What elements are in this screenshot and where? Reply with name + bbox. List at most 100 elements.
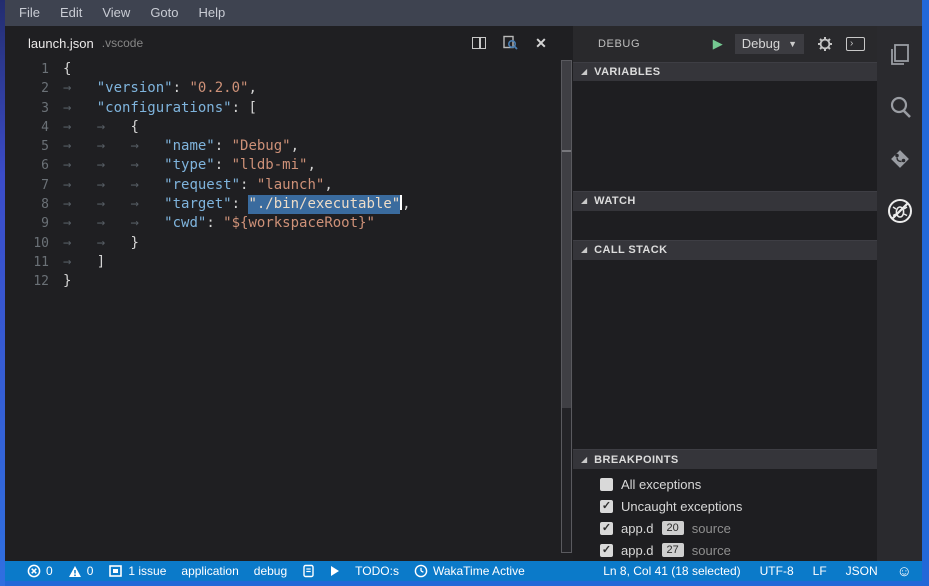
open-preview-button[interactable] [501,35,519,51]
line-number[interactable]: 11 [5,253,49,272]
line-number[interactable]: 12 [5,272,49,291]
code-token: : [240,176,257,195]
cursor-position-label: Ln 8, Col 41 (18 selected) [603,564,740,578]
code-token: → [97,137,131,156]
code-line[interactable]: 9→ → → "cwd": "${workspaceRoot}" [5,214,560,233]
start-debug-button[interactable]: ▶ [713,36,723,52]
code-line[interactable]: 7→ → → "request": "launch", [5,176,560,195]
code-line[interactable]: 11→ ] [5,253,560,272]
debug-console-icon[interactable]: › [846,37,865,51]
split-editor-icon [472,37,486,49]
checkbox[interactable]: ✓ [600,544,613,557]
section-expand-icon: ◢ [581,68,587,76]
code-token: → [63,253,97,272]
code-token: { [63,60,71,79]
code-token: → [63,195,97,214]
split-editor-button[interactable] [470,35,488,51]
variables-content [573,81,877,191]
language-mode-item[interactable]: JSON [846,564,878,578]
line-number[interactable]: 7 [5,176,49,195]
document-icon [302,564,315,578]
code-line[interactable]: 4→ → { [5,118,560,137]
line-number[interactable]: 10 [5,234,49,253]
language-mode-label: JSON [846,564,878,578]
code-line[interactable]: 6→ → → "type": "lldb-mi", [5,156,560,175]
code-token: → [97,214,131,233]
code-token: "configurations" [97,99,232,118]
gear-icon [817,36,833,52]
wakatime-item[interactable]: WakaTime Active [414,564,525,578]
section-call-stack[interactable]: ◢ CALL STACK [573,240,877,260]
section-breakpoints[interactable]: ◢ BREAKPOINTS [573,449,877,469]
line-number[interactable]: 8 [5,195,49,214]
breakpoint-label: app.d [621,543,654,558]
line-number[interactable]: 6 [5,156,49,175]
search-icon[interactable] [885,92,915,122]
breakpoints-content: All exceptions ✓ Uncaught exceptions ✓ a… [573,469,877,561]
breakpoint-row[interactable]: ✓ app.d 27 source [573,539,877,561]
checkbox[interactable]: ✓ [600,522,613,535]
status-bar: 0 0 1 issue application [5,561,922,581]
code-line[interactable]: 3→ "configurations": [ [5,99,560,118]
checkbox[interactable] [600,478,613,491]
encoding-label: UTF-8 [760,564,794,578]
scrollbar-track[interactable] [561,60,572,553]
issues-icon [108,564,123,578]
section-watch[interactable]: ◢ WATCH [573,191,877,211]
code-line[interactable]: 1{ [5,60,560,79]
build-mode-item[interactable]: debug [254,564,287,578]
configure-button[interactable] [816,36,834,52]
menu-edit[interactable]: Edit [50,0,92,26]
call-stack-content [573,260,877,449]
line-number[interactable]: 4 [5,118,49,137]
error-count[interactable]: 0 [27,564,53,578]
menu-view[interactable]: View [92,0,140,26]
menu-help[interactable]: Help [189,0,236,26]
line-number[interactable]: 1 [5,60,49,79]
code-line[interactable]: 2→ "version": "0.2.0", [5,79,560,98]
breakpoint-row[interactable]: ✓ Uncaught exceptions [573,495,877,517]
line-number[interactable]: 3 [5,99,49,118]
menu-goto[interactable]: Goto [140,0,188,26]
line-number[interactable]: 5 [5,137,49,156]
todo-item[interactable]: TODO:s [355,564,399,578]
code-line[interactable]: 10→ → } [5,234,560,253]
code-token: → [130,137,164,156]
source-control-icon[interactable] [885,144,915,174]
code-line[interactable]: 12} [5,272,560,291]
debug-config-dropdown[interactable]: Debug ▼ [735,34,804,54]
debug-icon[interactable] [885,196,915,226]
breakpoint-label: All exceptions [621,477,701,492]
build-config-item[interactable]: application [181,564,238,578]
menu-file[interactable]: File [9,0,50,26]
checkbox[interactable]: ✓ [600,500,613,513]
run-item[interactable] [330,565,340,577]
eol-item[interactable]: LF [813,564,827,578]
section-breakpoints-label: BREAKPOINTS [594,454,678,466]
line-number[interactable]: 9 [5,214,49,233]
scrollbar-thumb[interactable] [562,61,571,408]
issues-item[interactable]: 1 issue [108,564,166,578]
breakpoint-row[interactable]: All exceptions [573,473,877,495]
error-icon [27,564,41,578]
line-number[interactable]: 2 [5,79,49,98]
section-variables-label: VARIABLES [594,66,660,78]
explorer-icon[interactable] [885,40,915,70]
warning-count[interactable]: 0 [68,564,94,578]
feedback-item[interactable]: ☺ [897,564,912,579]
code-token: "type" [164,156,215,175]
code-token: → [63,118,97,137]
line-number-badge: 27 [662,543,684,557]
breakpoint-row[interactable]: ✓ app.d 20 source [573,517,877,539]
encoding-item[interactable]: UTF-8 [760,564,794,578]
code-token: → [130,176,164,195]
code-token: [ [248,99,256,118]
close-editor-button[interactable]: ✕ [532,35,550,51]
cursor-position-item[interactable]: Ln 8, Col 41 (18 selected) [603,564,740,578]
section-variables[interactable]: ◢ VARIABLES [573,62,877,82]
code-line[interactable]: 8→ → → "target": "./bin/executable", [5,195,560,214]
code-lines[interactable]: 1{2→ "version": "0.2.0",3→ "configuratio… [5,60,560,292]
tab-filename[interactable]: launch.json [28,36,94,51]
code-line[interactable]: 5→ → → "name": "Debug", [5,137,560,156]
document-item[interactable] [302,564,315,578]
